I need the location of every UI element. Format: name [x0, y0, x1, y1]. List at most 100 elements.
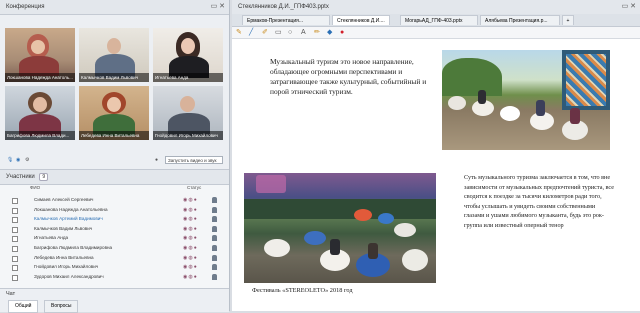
slide-text-top: Музыкальный туризм это новое направление… [270, 57, 427, 96]
banner-pattern [566, 54, 606, 106]
video-tile[interactable]: Калмычков Вадим Львович [79, 28, 149, 82]
panel-controls-icon[interactable]: ▭ ✕ [622, 0, 636, 14]
avatar-icon [212, 264, 217, 271]
festival-photo-top [442, 50, 610, 150]
participant-caption: Багрифова Людмила Влади... [5, 131, 75, 140]
chat-tab-general[interactable]: Общий [8, 300, 39, 313]
status-icons: ◉◍● [183, 254, 198, 261]
marker-icon[interactable]: ✏ [314, 28, 320, 37]
participant-row[interactable]: Зудоров Михаил Александрович ◉◍● [0, 273, 229, 282]
row-checkbox[interactable] [12, 265, 18, 272]
photo-caption: Фестиваль «STEREOLETO» 2018 год [252, 287, 353, 294]
beanbag-image [394, 223, 416, 237]
annotation-toolbar: ✎ ╱ ✐ ▭ ○ A ✏ ◆ ● [232, 27, 640, 39]
participant-name: Локшанова Надежда Анатольевна [34, 206, 108, 212]
face-image [180, 96, 195, 112]
participant-name: Игнатьева Анда [34, 235, 69, 241]
avatar-icon [212, 197, 217, 203]
video-grid: Локшанова Надежда Анатоль... Калмычков В… [5, 26, 225, 142]
participant-row[interactable]: Калмычков Артемий Вадимович ◉◍● [0, 215, 229, 224]
tab-document-active[interactable]: Стеклянников Д.И.... [332, 15, 390, 25]
highlighter-icon[interactable]: ✐ [262, 28, 268, 37]
participant-row[interactable]: Симаев Алексей Сергеевич ◉◍● [0, 196, 229, 205]
line-icon[interactable]: ╱ [249, 28, 253, 37]
camera-icon[interactable]: ◉ [16, 157, 20, 163]
beanbag-image [378, 213, 394, 224]
presentation-slide: Музыкальный туризм это новое направление… [232, 39, 640, 311]
ellipse-icon[interactable]: ○ [288, 28, 292, 37]
person-image [536, 100, 545, 116]
start-video-select[interactable]: Запустить видео и звук [165, 156, 223, 164]
participant-caption: Гнойдовил Игорь Михайлович [153, 131, 223, 140]
avatar-icon [212, 235, 217, 242]
tab-document[interactable]: Ермаков-Презентация... [242, 15, 330, 25]
participant-row[interactable]: Локшанова Надежда Анатольевна ◉◍● [0, 206, 229, 215]
status-icons: ◉◍● [183, 235, 198, 242]
participants-title: Участники [6, 174, 35, 180]
row-checkbox[interactable] [12, 246, 18, 252]
document-title: Стеклянников Д.И._ГПФ403.pptx [238, 4, 329, 10]
video-tile[interactable]: Гнойдовил Игорь Михайлович [153, 86, 223, 140]
tab-document[interactable]: Алябьева Презентация.р... [480, 15, 560, 25]
participant-name: Симаев Алексей Сергеевич [34, 197, 94, 202]
text-icon[interactable]: A [301, 28, 306, 37]
participant-row[interactable]: Игнатьева Анда ◉◍● [0, 234, 229, 243]
participant-name: Лебедева Инна Витальевна [34, 254, 94, 260]
conference-header: Конференция ▭ ✕ [0, 0, 229, 15]
participant-name: Багрифова Людмила Владимировна [34, 245, 113, 250]
avatar-icon [212, 273, 217, 280]
person-image [368, 243, 378, 259]
participant-row[interactable]: Гнойдовил Игорь Михайлович ◉◍● [0, 263, 229, 272]
conference-title: Конференция [6, 4, 45, 10]
avatar-icon [212, 206, 217, 213]
participant-caption: Лебедева Инна Витальевна [79, 131, 149, 140]
beanbag-image [264, 239, 290, 257]
microphone-icon[interactable]: 🎙 [7, 157, 13, 163]
tab-document[interactable]: МогарьАД_ГПФ-403.pptx [400, 15, 478, 25]
participant-row[interactable]: Багрифова Людмила Владимировна ◉◍● [0, 244, 229, 253]
row-checkbox[interactable] [12, 226, 18, 233]
participant-caption: Локшанова Надежда Анатоль... [5, 73, 75, 82]
video-tile[interactable]: Багрифова Людмила Влади... [5, 86, 75, 140]
chat-panel: Чат Общий Вопросы [0, 288, 229, 313]
avatar-icon [212, 254, 217, 261]
add-tab-button[interactable]: + [562, 15, 574, 25]
row-checkbox[interactable] [12, 255, 18, 262]
chat-title: Чат [6, 291, 16, 297]
panel-controls-icon[interactable]: ▭ ✕ [211, 0, 225, 14]
video-tile[interactable]: Игнатьева Анда [153, 28, 223, 82]
beanbag-image [402, 249, 428, 271]
col-status-header: Статус [187, 185, 202, 190]
beanbag-image [448, 96, 466, 110]
settings-icon[interactable]: ⚙ [25, 157, 29, 163]
participant-row[interactable]: Калмычков Вадим Львович ◉◍● [0, 225, 229, 234]
avatar-icon [212, 245, 217, 251]
conference-panel: Конференция ▭ ✕ Локшанова Надежда Анатол… [0, 0, 230, 313]
status-icons: ◉◍● [183, 264, 198, 271]
row-checkbox[interactable] [12, 217, 18, 224]
video-tile[interactable]: Лебедева Инна Витальевна [79, 86, 149, 140]
chat-tab-questions[interactable]: Вопросы [44, 300, 79, 313]
row-checkbox[interactable] [12, 236, 18, 243]
video-tile[interactable]: Локшанова Надежда Анатоль... [5, 28, 75, 82]
participant-name: Гнойдовил Игорь Михайлович [34, 264, 99, 270]
slide-text-bottom: Суть музыкального туризма заключается в … [464, 174, 615, 229]
row-checkbox[interactable] [12, 207, 18, 214]
row-checkbox[interactable] [12, 198, 18, 204]
person-image [330, 239, 340, 255]
row-checkbox[interactable] [12, 274, 18, 281]
participant-caption: Игнатьева Анда [153, 73, 223, 82]
avatar-icon [212, 216, 217, 223]
pen-icon[interactable]: ✎ [236, 28, 242, 37]
participants-count-badge: 9 [39, 173, 49, 181]
participants-panel: Участники 9 ФИО Статус Симаев Алексей Се… [0, 169, 229, 288]
clear-icon[interactable]: ● [340, 28, 344, 37]
eraser-icon[interactable]: ◆ [327, 28, 332, 37]
rectangle-icon[interactable]: ▭ [275, 28, 282, 37]
beanbag-image [304, 231, 326, 245]
participant-row[interactable]: Лебедева Инна Витальевна ◉◍● [0, 254, 229, 263]
person-image [478, 90, 486, 104]
participant-caption: Калмычков Вадим Львович [79, 73, 149, 82]
face-image [181, 38, 195, 54]
video-controls: 🎙 ◉ ⚙ ● Запустить видео и звук [5, 156, 225, 166]
